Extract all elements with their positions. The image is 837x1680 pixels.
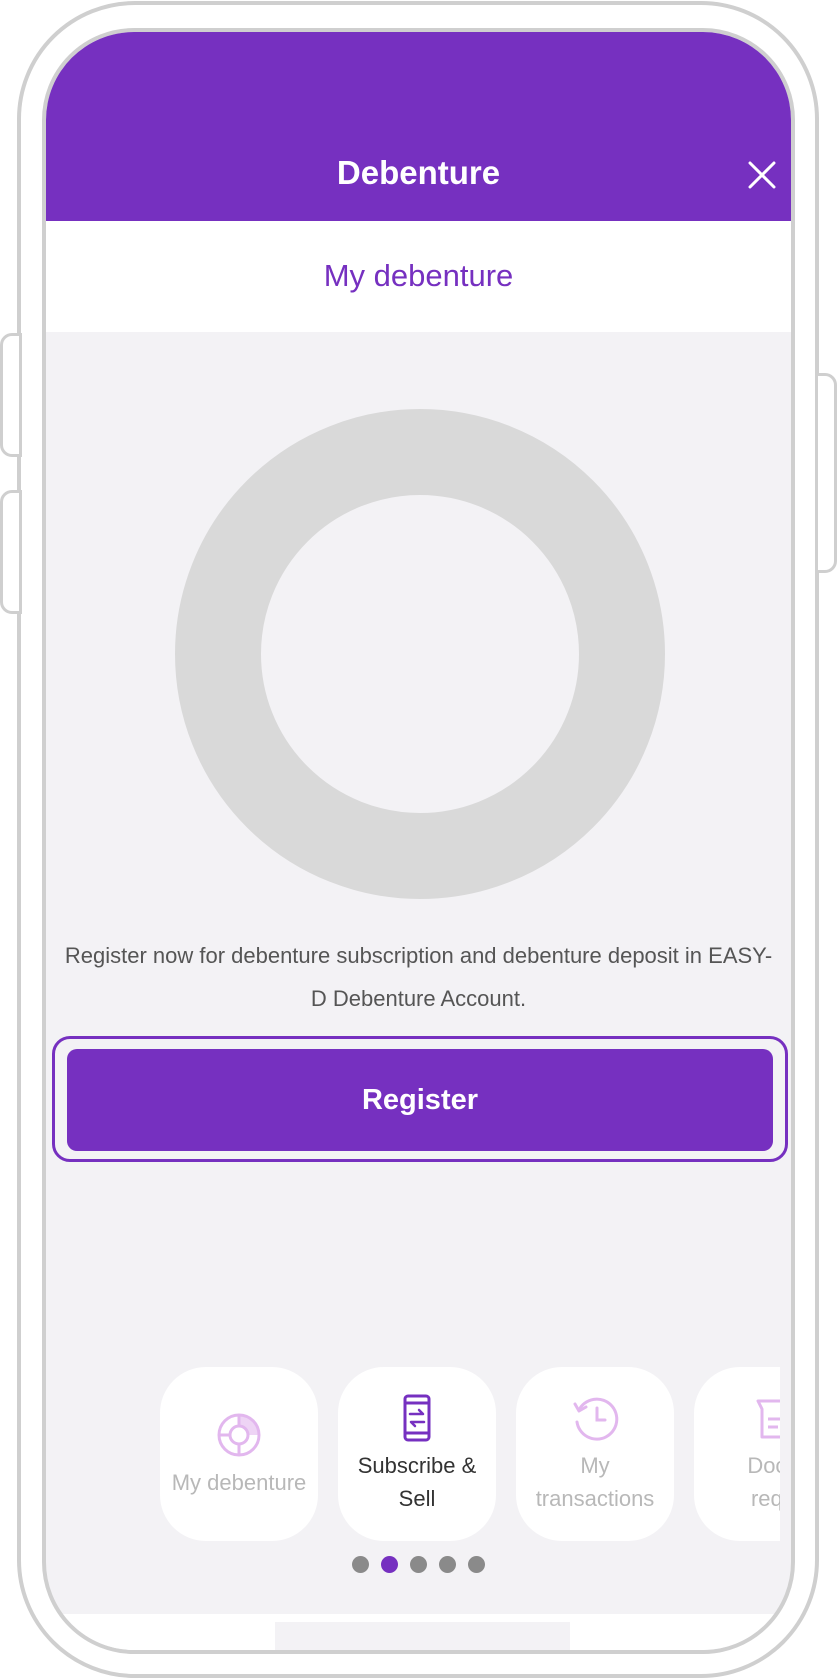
app-screen: Debenture My debenture Register now for … (42, 28, 795, 1654)
app-header: Debenture (46, 32, 791, 221)
carousel-card-my-transactions[interactable]: My transactions (516, 1367, 674, 1541)
pagination-dot-active[interactable] (381, 1556, 398, 1573)
carousel-label: Subscribe & Sell (357, 1453, 477, 1511)
carousel-label: Docu requ (747, 1453, 780, 1511)
carousel-card-document-request[interactable]: Docu requ (694, 1367, 780, 1541)
power-button (815, 373, 837, 573)
page-title: Debenture (336, 154, 501, 191)
pie-chart-icon (217, 1413, 261, 1456)
volume-down-button (0, 490, 22, 614)
carousel-label: My transactions (535, 1453, 655, 1511)
portfolio-donut-chart (175, 409, 665, 899)
history-clock-icon (573, 1397, 619, 1441)
pagination-dot[interactable] (439, 1556, 456, 1573)
carousel-card-my-debenture[interactable]: My debenture (160, 1367, 318, 1541)
register-button[interactable]: Register (67, 1049, 773, 1151)
carousel-card-subscribe-sell[interactable]: Subscribe & Sell (338, 1367, 496, 1541)
document-request-icon (756, 1399, 780, 1439)
section-header: My debenture (46, 221, 791, 332)
volume-up-button (0, 333, 22, 457)
pagination-dot[interactable] (352, 1556, 369, 1573)
carousel-label: My debenture (171, 1469, 307, 1495)
pagination-dot[interactable] (468, 1556, 485, 1573)
home-indicator (275, 1622, 570, 1650)
close-icon[interactable] (747, 160, 777, 190)
pagination-dot[interactable] (410, 1556, 427, 1573)
phone-transfer-icon (403, 1394, 431, 1442)
feature-carousel[interactable]: My debenture Subscribe & Sell My transac… (160, 1367, 780, 1547)
section-title: My debenture (323, 258, 514, 293)
carousel-pagination (46, 1556, 791, 1573)
register-description: Register now for debenture subscription … (64, 943, 773, 1011)
